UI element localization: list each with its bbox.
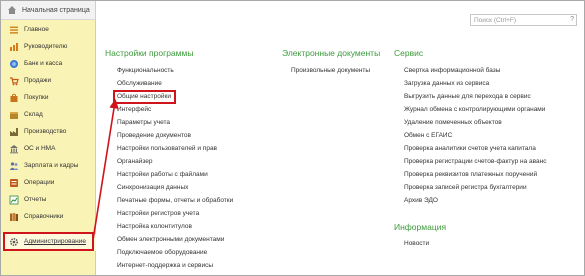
sidebar-item-label: Производство <box>24 128 67 135</box>
search-icon[interactable]: ? <box>570 16 574 23</box>
people-icon <box>9 161 19 171</box>
sidebar-item-sales[interactable]: Продажи <box>1 73 96 90</box>
section-title-info: Информация <box>394 222 447 232</box>
link-export-to-service[interactable]: Выгрузить данные для перехода в сервис <box>404 93 531 100</box>
books-icon <box>9 212 19 222</box>
link-connected-equipment[interactable]: Подключаемое оборудование <box>117 249 207 256</box>
sidebar-item-label: Склад <box>24 111 43 118</box>
link-functionality[interactable]: Функциональность <box>117 67 174 74</box>
sidebar-item-label: Главное <box>24 26 49 33</box>
link-print-forms[interactable]: Печатные формы, отчеты и обработки <box>117 197 233 204</box>
link-document-posting[interactable]: Проведение документов <box>117 132 191 139</box>
sidebar-item-manager[interactable]: Руководителю <box>1 39 96 56</box>
link-registers-settings[interactable]: Настройки регистров учета <box>117 210 199 217</box>
link-users-rights[interactable]: Настройки пользователей и прав <box>117 145 217 152</box>
sidebar-item-fixed-assets[interactable]: ОС и НМА <box>1 141 96 158</box>
link-edo-archive[interactable]: Архив ЭДО <box>404 197 438 204</box>
link-check-payment-orders[interactable]: Проверка реквизитов платежных поручений <box>404 171 537 178</box>
sidebar-item-main[interactable]: Главное <box>1 22 96 39</box>
link-check-capital-analytics[interactable]: Проверка аналитики счетов учета капитала <box>404 145 536 152</box>
menu-lines-icon <box>9 25 19 35</box>
shopping-bag-icon <box>9 93 19 103</box>
section-title-program-settings: Настройки программы <box>105 48 194 58</box>
sidebar-item-label: Зарплата и кадры <box>24 162 79 169</box>
link-headers-footers[interactable]: Настройка колонтитулов <box>117 223 192 230</box>
sidebar-item-label: Руководителю <box>24 43 68 50</box>
link-arbitrary-documents[interactable]: Произвольные документы <box>291 67 370 74</box>
cart-icon <box>9 76 19 86</box>
sidebar-item-bank[interactable]: Банк и касса <box>1 56 96 73</box>
link-edoc-exchange[interactable]: Обмен электронными документами <box>117 236 224 243</box>
administration-highlight-box <box>3 232 94 251</box>
bank-coins-icon <box>9 59 19 69</box>
sidebar-item-label: Банк и касса <box>24 60 63 67</box>
home-tab-label: Начальная страница <box>22 6 90 14</box>
factory-icon <box>9 127 19 137</box>
section-title-service: Сервис <box>394 48 424 58</box>
sidebar-item-label: Справочники <box>24 213 64 220</box>
sidebar-item-reports[interactable]: Отчеты <box>1 192 96 209</box>
sidebar-item-label: ОС и НМА <box>24 145 56 152</box>
link-egais-exchange[interactable]: Обмен с ЕГАИС <box>404 132 452 139</box>
link-internet-support[interactable]: Интернет-поддержка и сервисы <box>117 262 213 269</box>
link-accounting-parameters[interactable]: Параметры учета <box>117 119 170 126</box>
link-data-sync[interactable]: Синхронизация данных <box>117 184 188 191</box>
sidebar-item-payroll[interactable]: Зарплата и кадры <box>1 158 96 175</box>
link-db-rollup[interactable]: Свертка информационной базы <box>404 67 500 74</box>
sidebar-item-label: Покупки <box>24 94 49 101</box>
home-tab[interactable]: Начальная страница <box>1 1 96 20</box>
link-exchange-journal[interactable]: Журнал обмена с контролирующими органами <box>404 106 545 113</box>
search-placeholder: Поиск (Ctrl+F) <box>474 16 517 24</box>
link-maintenance[interactable]: Обслуживание <box>117 80 162 87</box>
report-chart-icon <box>9 195 19 205</box>
link-news[interactable]: Новости <box>404 240 429 247</box>
sidebar-item-warehouse[interactable]: Склад <box>1 107 96 124</box>
sidebar-item-purchases[interactable]: Покупки <box>1 90 96 107</box>
link-organizer[interactable]: Органайзер <box>117 158 153 165</box>
link-check-invoice-registration[interactable]: Проверка регистрации счетов-фактур на ав… <box>404 158 547 165</box>
home-icon <box>6 4 18 16</box>
search-input[interactable]: Поиск (Ctrl+F) ? <box>470 14 577 26</box>
sidebar-item-label: Отчеты <box>24 196 47 203</box>
building-icon <box>9 144 19 154</box>
link-load-from-service[interactable]: Загрузка данных из сервиса <box>404 80 489 87</box>
sidebar-item-operations[interactable]: Операции <box>1 175 96 192</box>
section-title-edocs: Электронные документы <box>282 48 381 58</box>
sidebar-item-label: Операции <box>24 179 55 186</box>
chart-bars-icon <box>9 42 19 52</box>
link-delete-marked[interactable]: Удаление помеченных объектов <box>404 119 502 126</box>
operations-icon <box>9 178 19 188</box>
link-check-accounting-register[interactable]: Проверка записей регистра бухгалтерии <box>404 184 527 191</box>
warehouse-box-icon <box>9 110 19 120</box>
sidebar-item-label: Продажи <box>24 77 52 84</box>
sidebar-item-production[interactable]: Производство <box>1 124 96 141</box>
link-file-settings[interactable]: Настройки работы с файлами <box>117 171 208 178</box>
link-interface[interactable]: Интерфейс <box>117 106 151 113</box>
general-settings-highlight-box <box>113 90 176 104</box>
sidebar-item-catalogs[interactable]: Справочники <box>1 209 96 226</box>
